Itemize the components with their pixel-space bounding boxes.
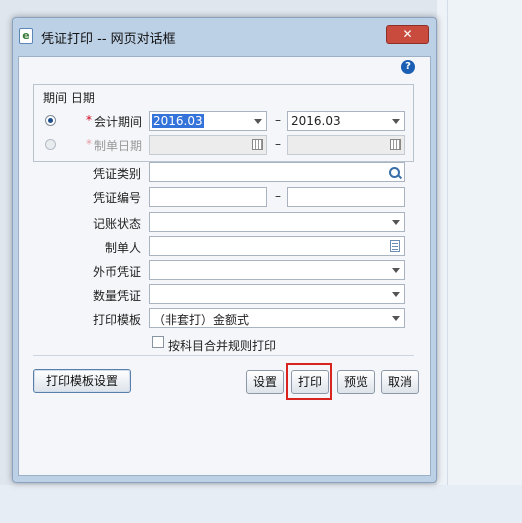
print-template-select[interactable]: （非套打）金额式 <box>149 308 405 328</box>
range-dash: – <box>275 113 281 127</box>
calendar-icon[interactable] <box>252 139 263 150</box>
range-dash: – <box>275 189 281 203</box>
print-template-value: （非套打）金额式 <box>153 313 250 327</box>
required-marker: * <box>86 113 92 127</box>
voucher-print-dialog: e 凭证打印 -- 网页对话框 ✕ ? 期间 日期 * 会计期间 2016.03… <box>12 17 437 483</box>
chevron-down-icon <box>392 119 400 124</box>
accounting-period-to-value: 2016.03 <box>291 114 341 128</box>
print-template-label: 打印模板 <box>92 313 141 327</box>
print-template-settings-button[interactable]: 打印模板设置 <box>33 369 131 393</box>
chevron-down-icon <box>254 119 262 124</box>
dialog-body: ? 期间 日期 * 会计期间 2016.03 – 2016.03 * 制单日期 … <box>18 56 431 476</box>
dialog-titlebar[interactable]: e 凭证打印 -- 网页对话框 ✕ <box>13 18 436 56</box>
accounting-period-from-select[interactable]: 2016.03 <box>149 111 267 131</box>
background-footer <box>0 485 522 523</box>
settings-button[interactable]: 设置 <box>246 370 284 394</box>
background-panel <box>437 0 522 523</box>
voucher-number-to-input[interactable] <box>287 187 405 207</box>
foreign-voucher-label: 外币凭证 <box>92 265 141 279</box>
posting-status-select[interactable] <box>149 212 405 232</box>
creation-date-radio[interactable] <box>45 139 56 150</box>
merge-by-subject-label[interactable]: 按科目合并规则打印 <box>168 337 276 354</box>
dialog-title: 凭证打印 -- 网页对话框 <box>41 32 176 47</box>
cancel-button[interactable]: 取消 <box>381 370 419 394</box>
accounting-period-label: 会计期间 <box>94 115 143 129</box>
preparer-field[interactable] <box>149 236 405 256</box>
voucher-type-field[interactable] <box>149 162 405 182</box>
voucher-number-label: 凭证编号 <box>92 191 141 205</box>
notepad-icon[interactable] <box>390 240 400 252</box>
separator <box>33 355 414 356</box>
chevron-down-icon <box>392 316 400 321</box>
period-group-legend: 期间 日期 <box>40 89 98 106</box>
search-icon[interactable] <box>389 167 400 178</box>
help-icon[interactable]: ? <box>401 60 415 74</box>
preview-button[interactable]: 预览 <box>337 370 375 394</box>
close-button[interactable]: ✕ <box>386 25 429 44</box>
creation-date-label: 制单日期 <box>94 139 143 153</box>
quantity-voucher-select[interactable] <box>149 284 405 304</box>
document-icon: e <box>19 28 33 44</box>
required-marker: * <box>86 137 92 151</box>
chevron-down-icon <box>392 268 400 273</box>
voucher-type-label: 凭证类别 <box>92 167 141 181</box>
merge-by-subject-checkbox[interactable] <box>152 336 164 348</box>
range-dash: – <box>275 137 281 151</box>
preparer-label: 制单人 <box>104 241 141 255</box>
accounting-period-from-value: 2016.03 <box>152 114 204 128</box>
background-divider <box>447 0 448 523</box>
creation-date-from-field[interactable] <box>149 135 267 155</box>
accounting-period-to-select[interactable]: 2016.03 <box>287 111 405 131</box>
print-button-highlight <box>286 363 332 400</box>
accounting-period-radio[interactable] <box>45 115 56 126</box>
foreign-voucher-select[interactable] <box>149 260 405 280</box>
quantity-voucher-label: 数量凭证 <box>92 289 141 303</box>
calendar-icon[interactable] <box>390 139 401 150</box>
chevron-down-icon <box>392 220 400 225</box>
creation-date-to-field[interactable] <box>287 135 405 155</box>
voucher-number-from-input[interactable] <box>149 187 267 207</box>
chevron-down-icon <box>392 292 400 297</box>
posting-status-label: 记账状态 <box>92 217 141 231</box>
